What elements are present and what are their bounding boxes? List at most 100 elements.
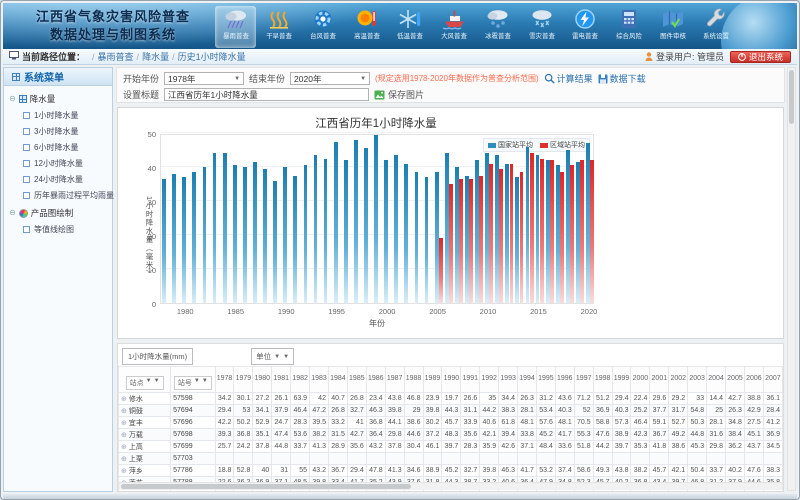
vertical-scrollbar[interactable] [787,67,796,491]
sidebar-group-降水量[interactable]: ⊖降水量 [7,91,109,107]
column-header-year[interactable]: 1994 [518,367,537,393]
nav-item-雷电普查[interactable]: 雷电普查 [565,6,606,48]
checkbox-icon[interactable] [23,128,30,135]
column-header-station-id[interactable]: 站号 ▼▼ [171,367,215,393]
column-header-year[interactable]: 1990 [442,367,461,393]
nav-item-综合风险[interactable]: 综合风险 [608,6,649,48]
station-name-cell[interactable]: ⊕修水 [119,393,171,405]
sidebar-item-1小时降水量[interactable]: 1小时降水量 [7,107,109,123]
station-name-cell[interactable]: ⊕上栗 [119,453,171,465]
calculate-button[interactable]: 计算结果 [544,72,593,85]
expand-row-icon[interactable]: ⊕ [121,432,127,439]
breadcrumb-item[interactable]: 暴雨普查 [98,52,134,62]
column-header-year[interactable]: 2007 [763,367,782,393]
nav-item-暴雨普查[interactable]: 暴雨普查 [215,6,256,48]
column-header-year[interactable]: 2006 [744,367,763,393]
value-cell: 29.4 [347,465,366,477]
sidebar-item-12小时降水量[interactable]: 12小时降水量 [7,155,109,171]
column-header-year[interactable]: 2001 [650,367,669,393]
sidebar-item-3小时降水量[interactable]: 3小时降水量 [7,123,109,139]
tree-expander-icon[interactable]: ⊖ [9,209,16,217]
checkbox-icon[interactable] [23,144,30,151]
value-cell: 31 [272,465,291,477]
column-header-year[interactable]: 1979 [234,367,253,393]
start-year-select[interactable]: 1978年▼ [164,72,244,85]
station-name-cell[interactable]: ⊕萍乡 [119,465,171,477]
breadcrumb-item[interactable]: 历史1小时降水量 [178,52,246,62]
checkbox-icon[interactable] [23,226,30,233]
nav-item-高温普查[interactable]: 高温普查 [346,6,387,48]
expand-row-icon[interactable]: ⊕ [121,408,127,415]
column-header-year[interactable]: 1982 [291,367,310,393]
unit-filter-select[interactable]: 单位 ▼ ▼ [251,348,294,365]
column-header-station[interactable]: 站点 ▼▼ [119,367,171,393]
column-header-year[interactable]: 1989 [423,367,442,393]
column-header-year[interactable]: 1981 [272,367,291,393]
nav-item-大风普查[interactable]: 大风普查 [434,6,475,48]
column-header-year[interactable]: 2002 [669,367,688,393]
column-header-year[interactable]: 1999 [612,367,631,393]
horizontal-scroll-thumb[interactable] [121,484,411,489]
column-header-year[interactable]: 1995 [536,367,555,393]
column-header-year[interactable]: 1984 [328,367,347,393]
column-header-year[interactable]: 1987 [385,367,404,393]
column-header-year[interactable]: 1985 [347,367,366,393]
station-name-cell[interactable]: ⊕铜鼓 [119,405,171,417]
station-name-cell[interactable]: ⊕上高 [119,441,171,453]
column-header-year[interactable]: 2003 [688,367,707,393]
column-header-year[interactable]: 1993 [499,367,518,393]
nav-item-系统设置[interactable]: 系统设置 [696,6,737,48]
expand-row-icon[interactable]: ⊕ [121,468,127,475]
column-header-year[interactable]: 1996 [555,367,574,393]
column-header-year[interactable]: 1988 [404,367,423,393]
column-header-year[interactable]: 1980 [253,367,272,393]
column-header-year[interactable]: 1978 [215,367,234,393]
nav-item-雪灾普查[interactable]: 雪灾普查 [521,6,562,48]
expand-row-icon[interactable]: ⊕ [121,420,127,427]
save-image-button[interactable]: 保存图片 [374,88,424,101]
expand-row-icon[interactable]: ⊕ [121,444,127,451]
column-header-year[interactable]: 1997 [574,367,593,393]
station-name-cell[interactable]: ⊕宜丰 [119,417,171,429]
station-name-cell[interactable]: ⊕万载 [119,429,171,441]
horizontal-scrollbar[interactable] [119,482,782,490]
nav-item-冰雹普查[interactable]: 冰雹普查 [477,6,518,48]
value-cell [442,453,461,465]
nav-item-台风普查[interactable]: 台风普查 [302,6,343,48]
sidebar-item-6小时降水量[interactable]: 6小时降水量 [7,139,109,155]
checkbox-icon[interactable] [23,176,30,183]
value-cell: 71.2 [574,393,593,405]
checkbox-icon[interactable] [23,112,30,119]
table-header-row: 站点 ▼▼站号 ▼▼197819791980198119821983198419… [119,367,783,393]
chart-title-input[interactable] [164,88,369,101]
sidebar-item-历年暴雨过程平均雨量[interactable]: 历年暴雨过程平均雨量 [7,187,109,203]
sidebar-item-等值线绘图[interactable]: 等值线绘图 [7,221,109,237]
logout-button[interactable]: 退出系统 [730,51,791,63]
column-header-year[interactable]: 2000 [631,367,650,393]
column-header-year[interactable]: 1991 [461,367,480,393]
end-year-select[interactable]: 2020年▼ [290,72,370,85]
column-header-year[interactable]: 1986 [366,367,385,393]
expand-row-icon[interactable]: ⊕ [121,456,127,463]
tree-expander-icon[interactable]: ⊖ [9,95,16,103]
sidebar-group-产品图绘制[interactable]: ⊖产品图绘制 [7,205,109,221]
checkbox-icon[interactable] [23,192,30,199]
column-header-year[interactable]: 1983 [310,367,329,393]
sidebar-item-24小时降水量[interactable]: 24小时降水量 [7,171,109,187]
value-cell: 54.8 [688,405,707,417]
expand-row-icon[interactable]: ⊕ [121,492,127,493]
column-header-year[interactable]: 2004 [707,367,726,393]
vertical-scroll-thumb[interactable] [789,70,794,124]
value-cell: 24.7 [272,417,291,429]
nav-item-图件审核[interactable]: 图件审核 [652,6,693,48]
column-header-year[interactable]: 2005 [726,367,745,393]
checkbox-icon[interactable] [23,160,30,167]
column-header-year[interactable]: 1998 [593,367,612,393]
nav-item-低温普查[interactable]: 低温普查 [390,6,431,48]
value-cell: 51.2 [593,393,612,405]
nav-item-干旱普查[interactable]: 干旱普查 [259,6,300,48]
column-header-year[interactable]: 1992 [480,367,499,393]
download-button[interactable]: 数据下载 [598,72,646,85]
expand-row-icon[interactable]: ⊕ [121,396,127,403]
breadcrumb-item[interactable]: 降水量 [142,52,169,62]
